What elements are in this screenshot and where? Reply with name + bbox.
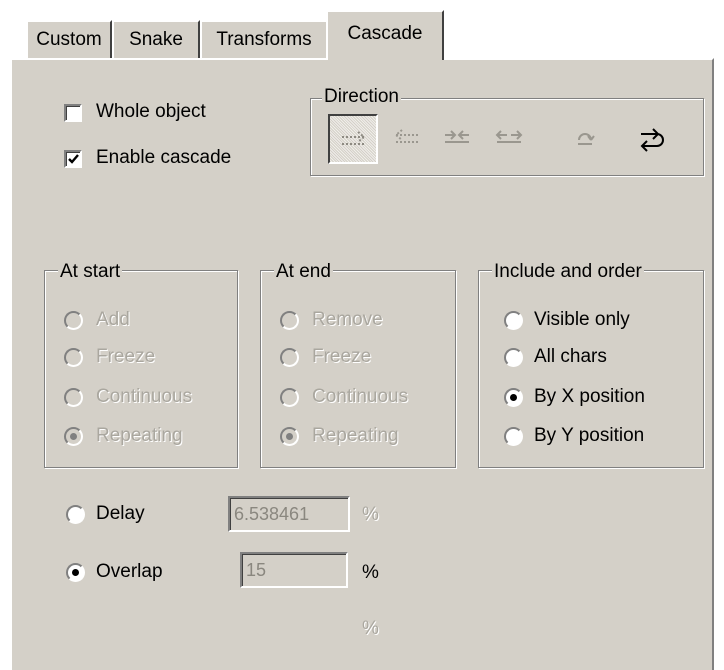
extra-unit: % [362,618,379,639]
tab-label: Custom [36,29,102,50]
by-x-position-radio[interactable] [504,388,523,407]
at-end-repeating-label: Repeating [312,425,399,446]
at-start-add-radio[interactable] [64,311,83,330]
tab-label: Snake [129,29,183,50]
direction-inward-button[interactable] [432,114,482,164]
arrow-left-icon [394,129,418,143]
radio-dot [286,433,293,440]
at-end-freeze-radio[interactable] [280,348,299,367]
overlap-label: Overlap [96,561,163,582]
at-start-repeating-label: Repeating [96,425,183,446]
at-start-freeze-radio[interactable] [64,348,83,367]
arrow-right-icon [342,131,366,145]
tab-cascade[interactable]: Cascade [326,10,444,60]
checkmark-icon [68,154,79,164]
tab-custom[interactable]: Custom [26,20,112,58]
delay-input[interactable]: 6.538461 [228,496,350,532]
arrows-outward-icon [495,130,523,143]
radio-dot [510,394,517,401]
at-start-title: At start [58,261,123,282]
delay-unit: % [362,504,379,525]
at-start-freeze-label: Freeze [96,346,156,367]
rotate-icon [578,133,595,145]
at-end-continuous-label: Continuous [312,386,409,407]
overlap-input[interactable]: 15 [240,552,348,588]
at-start-repeating-radio[interactable] [64,427,83,446]
tab-label: Cascade [347,23,423,44]
direction-right-button[interactable] [328,114,378,164]
at-start-continuous-label: Continuous [96,386,193,407]
loop-arrow-icon [640,128,664,152]
at-end-remove-label: Remove [312,309,383,330]
delay-label: Delay [96,503,145,524]
whole-object-checkbox[interactable] [64,104,82,122]
visible-only-label: Visible only [534,309,630,330]
direction-loop-button[interactable] [626,114,676,164]
direction-title: Direction [322,86,401,107]
at-end-continuous-radio[interactable] [280,388,299,407]
direction-left-button[interactable] [382,114,432,164]
radio-dot [70,433,77,440]
include-order-title: Include and order [492,261,644,282]
tab-snake[interactable]: Snake [112,20,200,58]
at-end-repeating-radio[interactable] [280,427,299,446]
overlap-radio[interactable] [66,563,85,582]
radio-dot [72,569,79,576]
visible-only-radio[interactable] [504,311,523,330]
at-end-freeze-label: Freeze [312,346,372,367]
delay-radio[interactable] [66,505,85,524]
arrows-inward-icon [445,130,469,143]
all-chars-radio[interactable] [504,348,523,367]
enable-cascade-label: Enable cascade [96,147,232,168]
direction-rotate-button[interactable] [560,114,610,164]
by-x-position-label: By X position [534,386,645,407]
at-end-title: At end [274,261,333,282]
tab-label: Transforms [216,29,312,50]
at-end-remove-radio[interactable] [280,311,299,330]
by-y-position-radio[interactable] [504,427,523,446]
at-start-continuous-radio[interactable] [64,388,83,407]
tab-transforms[interactable]: Transforms [200,20,328,58]
whole-object-label: Whole object [96,101,206,122]
enable-cascade-checkbox[interactable] [64,150,82,168]
at-start-add-label: Add [96,309,130,330]
by-y-position-label: By Y position [534,425,645,446]
all-chars-label: All chars [534,346,607,367]
overlap-unit: % [362,562,379,583]
direction-outward-button[interactable] [484,114,534,164]
